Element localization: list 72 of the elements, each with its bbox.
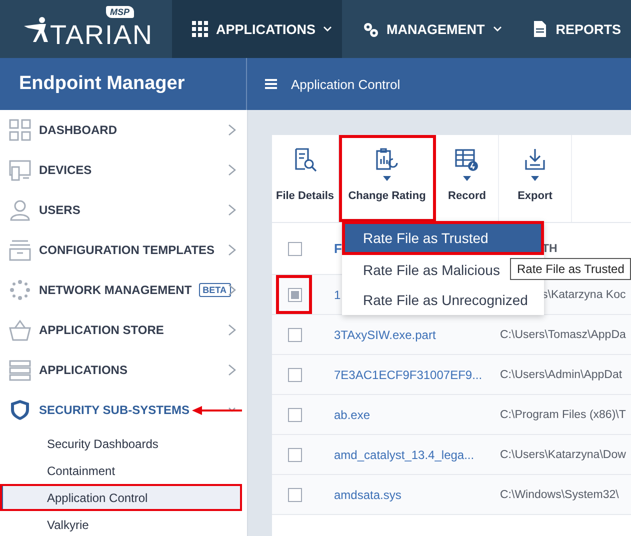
chevron-down-icon [323, 26, 332, 32]
document-icon [532, 21, 548, 37]
sidebar-item[interactable]: APPLICATIONS [0, 350, 247, 390]
page-title: Application Control [291, 76, 400, 92]
user-icon [9, 199, 31, 221]
devices-icon [9, 159, 31, 181]
submenu-item[interactable]: Valkyrie [0, 511, 247, 536]
checkbox[interactable] [288, 408, 302, 422]
nav-tab[interactable]: REPORTS [512, 0, 631, 58]
sidebar-item[interactable]: APPLICATION STORE [0, 310, 247, 350]
submenu-item[interactable]: Security Dashboards [0, 430, 247, 457]
file-name-link[interactable]: amd_catalyst_13.4_lega... [332, 448, 500, 462]
file-path: C:\Users\Tomasz\AppDa [500, 328, 627, 340]
network-icon [9, 279, 31, 301]
gears-icon [362, 21, 378, 37]
checkbox[interactable] [288, 288, 302, 302]
checkbox[interactable] [288, 328, 302, 342]
submenu-item[interactable]: Containment [0, 457, 247, 484]
chevron-right-icon [228, 364, 236, 376]
column-header: F [333, 241, 343, 256]
nav-tab[interactable]: MANAGEMENT [342, 0, 512, 58]
download-tray-icon [523, 148, 547, 172]
shield-icon [9, 399, 31, 421]
chevron-right-icon [228, 164, 236, 176]
file-name-link[interactable]: 3TAxySIW.exe.part [332, 328, 500, 342]
checkbox[interactable] [288, 368, 302, 382]
pointer-arrow [192, 406, 242, 415]
chevron-right-icon [228, 244, 236, 256]
nav-tab[interactable]: APPLICATIONS [172, 0, 342, 58]
chevron-right-icon [228, 324, 236, 336]
beta-badge: BETA [198, 283, 230, 297]
basket-icon [9, 319, 31, 341]
file-search-icon [293, 148, 317, 172]
logo-badge: MSP [106, 6, 134, 18]
grid-icon [192, 21, 208, 37]
chevron-right-icon [228, 124, 236, 136]
menu-icon [265, 79, 277, 89]
logo-text: TARIAN [50, 24, 154, 46]
file-path: C:\Users\Admin\AppDat [500, 368, 624, 380]
menu-item[interactable]: Rate File as Unrecognized [342, 285, 544, 315]
tooltip: Rate File as Trusted [510, 258, 631, 280]
sidebar-item[interactable]: NETWORK MANAGEMENT BETA [0, 270, 247, 310]
chevron-right-icon [228, 204, 236, 216]
caret-icon [463, 176, 471, 181]
checkbox[interactable] [288, 488, 302, 502]
sidebar-item[interactable]: DASHBOARD [0, 110, 247, 150]
dashboard-grid-icon [9, 119, 31, 141]
sidebar-item[interactable]: CONFIGURATION TEMPLATES [0, 230, 247, 270]
sidebar-item[interactable]: DEVICES [0, 150, 247, 190]
clipboard-chart-icon [375, 148, 399, 172]
sidebar-item[interactable]: USERS [0, 190, 247, 230]
runner-logo-icon [24, 15, 50, 43]
toolbar-button[interactable]: Change Rating [339, 135, 436, 222]
file-path: s\Katarzyna Koc [541, 288, 627, 300]
table-bolt-icon [455, 148, 479, 172]
file-path: C:\Users\Katarzyna\Dow [500, 448, 627, 460]
chevron-down-icon [492, 26, 502, 32]
caret-icon [531, 176, 539, 181]
server-rack-icon [9, 359, 31, 381]
file-name-link[interactable]: amdsata.sys [332, 488, 500, 502]
file-path: C:\Program Files (x86)\T [500, 408, 627, 420]
chevron-right-icon [228, 284, 236, 296]
sidebar-item[interactable]: SECURITY SUB-SYSTEMS [0, 390, 247, 430]
menu-item[interactable]: Rate File as Trusted [342, 221, 544, 255]
submenu-item[interactable]: Application Control [0, 484, 242, 511]
file-path: C:\Windows\System32\ [500, 488, 620, 500]
checkbox[interactable] [288, 242, 302, 256]
checkbox[interactable] [288, 448, 302, 462]
file-name-link[interactable]: 7E3AC1ECF9F31007EF9... [332, 368, 500, 382]
template-icon [9, 239, 31, 261]
file-name-link[interactable]: ab.exe [332, 408, 500, 422]
caret-icon [383, 176, 391, 181]
